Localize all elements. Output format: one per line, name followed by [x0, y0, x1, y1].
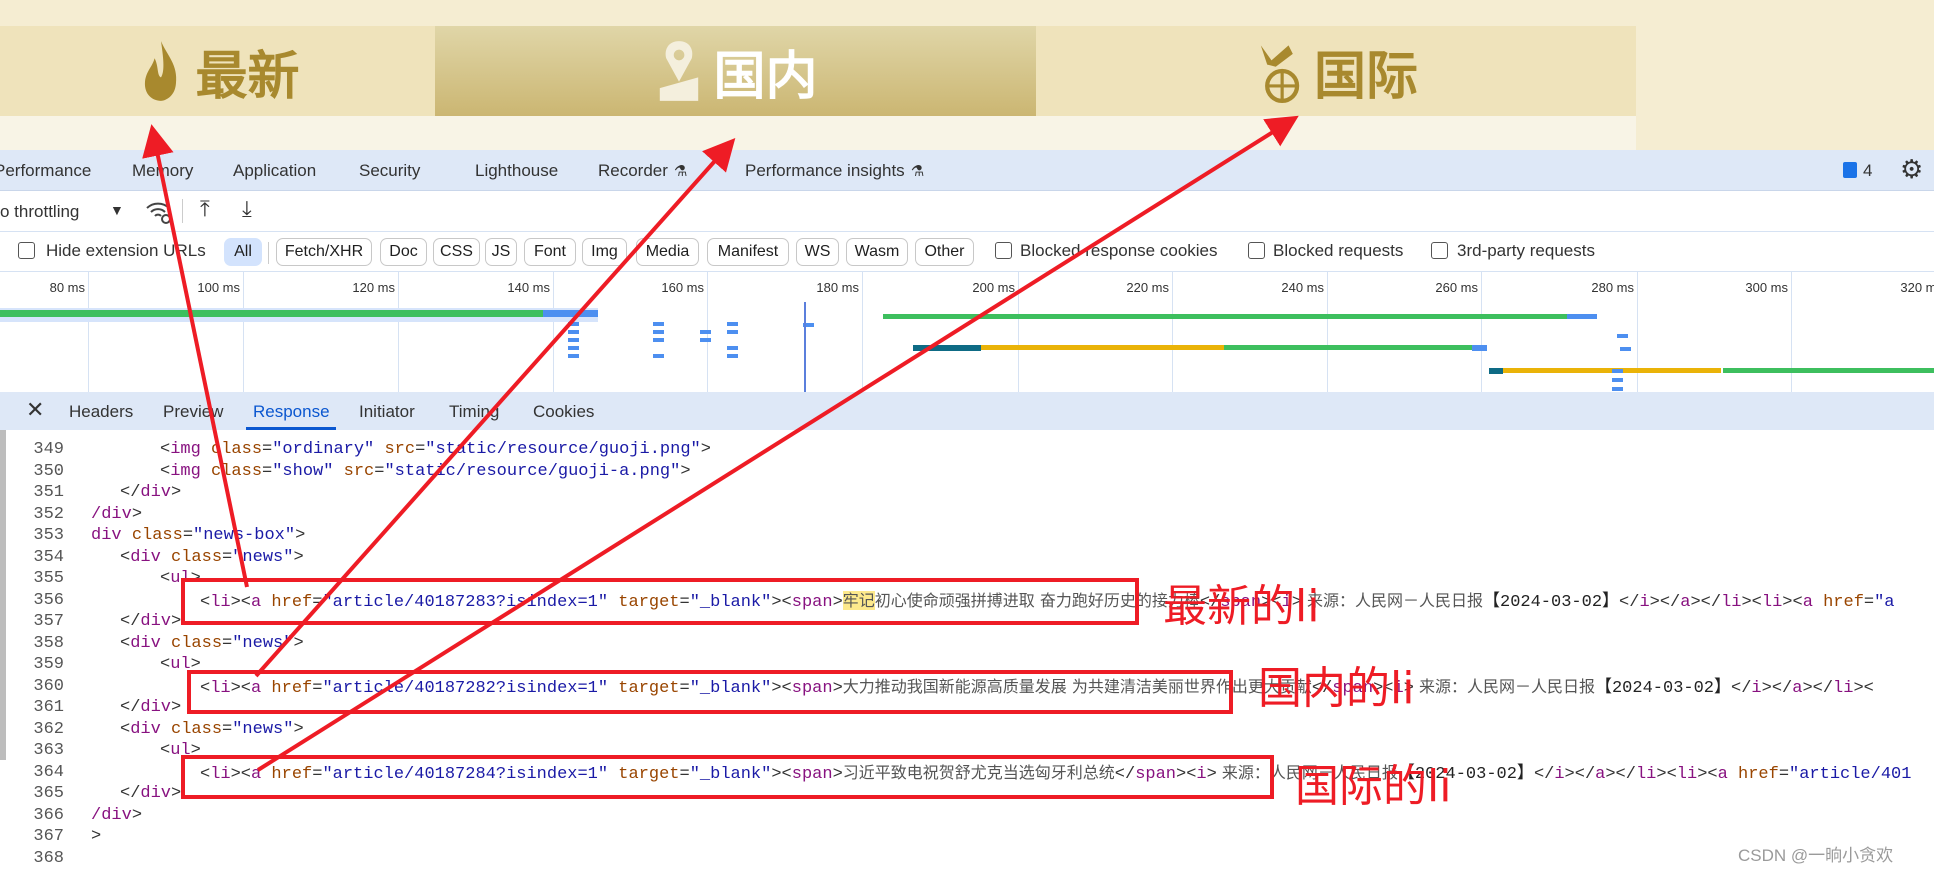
highlight-box-latest	[181, 578, 1139, 625]
arrow-domestic	[254, 138, 736, 678]
annotation-overlay	[142, 115, 1299, 799]
annotation-domestic-li: 国内的li	[1258, 663, 1415, 714]
annotation-latest-li: 最新的li	[1163, 581, 1320, 632]
highlight-box-domestic	[187, 670, 1233, 714]
annotation-international-li: 国际的li	[1295, 761, 1452, 812]
highlight-box-international	[181, 755, 1274, 799]
arrow-latest	[142, 124, 249, 588]
csdn-watermark: CSDN @一晌小贪欢	[1738, 846, 1894, 865]
